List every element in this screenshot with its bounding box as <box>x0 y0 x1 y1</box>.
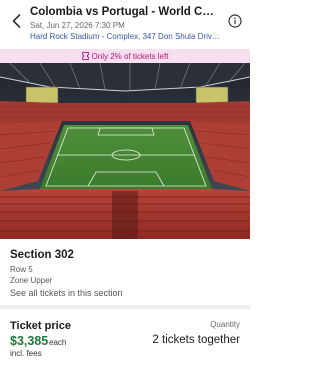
event-datetime: Sat, Jun 27, 2026 7:30 PM <box>30 21 125 30</box>
ticket-icon <box>81 52 89 60</box>
event-header: Colombia vs Portugal - World Cup -... Sa… <box>0 0 250 48</box>
section-title: Section 302 <box>10 249 74 261</box>
see-all-tickets-link[interactable]: See all tickets in this section <box>10 288 123 298</box>
info-button[interactable] <box>228 14 242 28</box>
chevron-left-icon <box>12 14 20 28</box>
quantity-selector[interactable]: 2 tickets together <box>152 334 240 346</box>
stadium-view-illustration <box>0 63 250 239</box>
venue-link[interactable]: Hard Rock Stadium - Complex, 347 Don Shu… <box>30 32 222 41</box>
scarcity-banner: Only 2% of tickets left <box>0 49 250 63</box>
price-panel: Ticket price $3,385 each incl. fees Quan… <box>0 309 250 370</box>
zone-label: Zone Upper <box>10 276 53 285</box>
scarcity-text: Only 2% of tickets left <box>91 51 169 61</box>
seat-view-image[interactable] <box>0 63 250 239</box>
event-title: Colombia vs Portugal - World Cup -... <box>30 6 220 18</box>
ticket-price-value: $3,385 <box>10 334 49 348</box>
fees-note: incl. fees <box>10 349 42 358</box>
ticket-price-label: Ticket price <box>10 320 71 332</box>
back-button[interactable] <box>8 12 24 30</box>
price-unit: each <box>49 338 67 347</box>
listing-details: Section 302 Row 5 Zone Upper See all tic… <box>0 239 250 303</box>
quantity-label: Quantity <box>210 320 240 329</box>
row-label: Row 5 <box>10 265 33 274</box>
info-icon <box>228 14 242 28</box>
